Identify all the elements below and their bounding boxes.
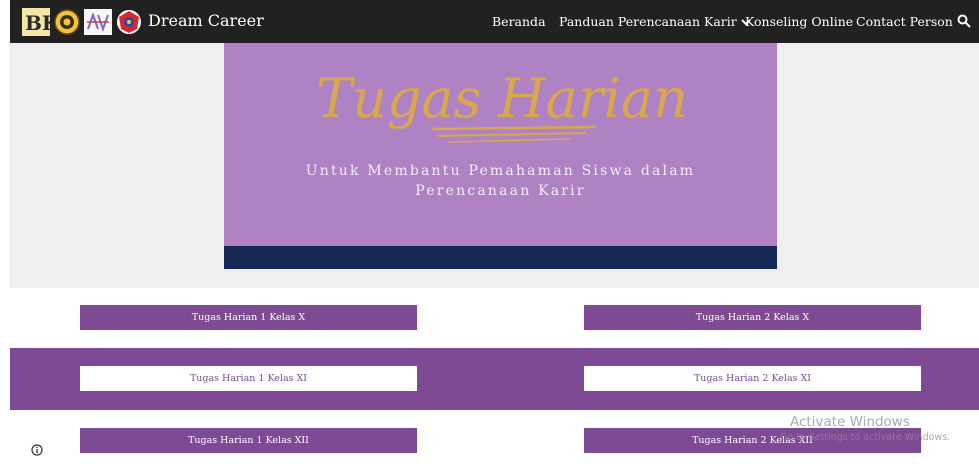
- header-logos[interactable]: BK: [22, 7, 143, 37]
- button-row-kelas-xi: Tugas Harian 1 Kelas XI Tugas Harian 2 K…: [10, 348, 979, 410]
- nav-beranda[interactable]: Beranda: [492, 14, 546, 29]
- top-navigation-bar: BK Dream Career: [0, 0, 979, 43]
- button-row-kelas-xii: Tugas Harian 1 Kelas XII Tugas Harian 2 …: [0, 410, 979, 468]
- tugas-harian-2-kelas-xi-button[interactable]: Tugas Harian 2 Kelas XI: [584, 366, 921, 391]
- nav-panduan-label: Panduan Perencanaan Karir: [559, 14, 737, 29]
- tugas-harian-2-kelas-x-button[interactable]: Tugas Harian 2 Kelas X: [584, 305, 921, 330]
- tugas-harian-1-kelas-xi-button[interactable]: Tugas Harian 1 Kelas XI: [80, 366, 417, 391]
- banner-subtitle: Untuk Membantu Pemahaman Siswa dalam Per…: [224, 161, 777, 201]
- province-emblem-logo: [115, 8, 143, 36]
- banner-subtitle-line1: Untuk Membantu Pemahaman Siswa dalam: [305, 163, 696, 179]
- svg-text:Tugas Harian: Tugas Harian: [316, 67, 688, 130]
- banner-script-title: Tugas Harian: [316, 67, 688, 143]
- tugas-harian-1-kelas-x-button[interactable]: Tugas Harian 1 Kelas X: [80, 305, 417, 330]
- search-button[interactable]: [957, 13, 971, 28]
- tugas-harian-2-kelas-xii-button[interactable]: Tugas Harian 2 Kelas XII: [584, 428, 921, 453]
- search-icon: [957, 14, 971, 28]
- hero-banner-image: Tugas Harian Untuk Membantu Pemahaman Si…: [224, 43, 777, 269]
- button-row-kelas-x: Tugas Harian 1 Kelas X Tugas Harian 2 Ke…: [0, 288, 979, 348]
- site-title[interactable]: Dream Career: [148, 11, 264, 30]
- banner-footer-strip: [224, 246, 777, 269]
- info-icon: [31, 444, 43, 456]
- nav-panduan-perencanaan-karir[interactable]: Panduan Perencanaan Karir: [559, 14, 751, 29]
- garuda-emblem-logo: [53, 8, 81, 36]
- tugas-harian-1-kelas-xii-button[interactable]: Tugas Harian 1 Kelas XII: [80, 428, 417, 453]
- banner-subtitle-line2: Perencanaan Karir: [415, 183, 586, 199]
- bk-logo: BK: [22, 8, 50, 36]
- counseling-logo: [84, 8, 112, 36]
- nav-konseling-online[interactable]: Konseling Online: [745, 14, 853, 29]
- svg-text:BK: BK: [25, 11, 50, 35]
- nav-contact-person[interactable]: Contact Person: [856, 14, 953, 29]
- info-button[interactable]: [31, 441, 43, 456]
